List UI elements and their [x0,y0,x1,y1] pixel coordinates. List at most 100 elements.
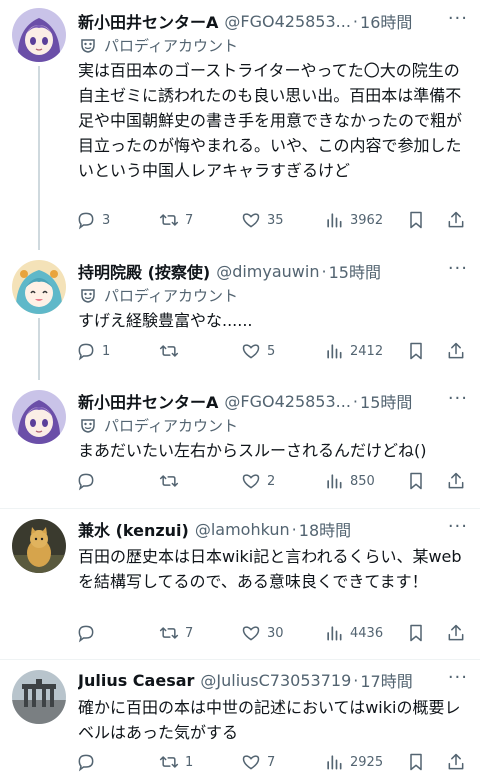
views-button[interactable]: 2412 [324,341,383,361]
bookmark-icon [410,472,422,490]
avatar[interactable] [12,670,66,724]
avatar-cat-icon [12,519,66,573]
bookmark-icon [410,211,422,229]
bookmark-button[interactable] [406,752,426,772]
timestamp[interactable]: 17時間 [360,668,412,692]
share-button[interactable] [446,471,466,491]
share-button[interactable] [446,210,466,230]
tweet-4[interactable]: 兼水 (kenzui) @lamohkun · 18時間 ··· 百田の歴史本は… [0,509,480,659]
avatar[interactable] [12,8,66,62]
like-button[interactable]: 30 [241,623,284,643]
like-count: 7 [267,754,276,770]
retweet-icon [159,756,179,768]
user-handle[interactable]: @lamohkun [195,520,290,539]
share-button[interactable] [446,752,466,772]
heart-icon [242,474,260,489]
retweet-count: 7 [185,212,194,228]
reply-icon [78,473,94,491]
avatar-anime-girl-icon [12,8,66,62]
retweet-button[interactable]: 7 [159,623,193,643]
reply-button[interactable] [76,623,102,643]
heart-icon [242,213,260,228]
reply-icon [78,625,94,643]
avatar[interactable] [12,390,66,444]
parody-mask-icon [81,289,95,303]
like-count: 35 [267,212,284,228]
tweet-1[interactable]: 新小田井センターA @FGO425853... · 16時間 ··· パロディア… [0,0,480,250]
timestamp[interactable]: 18時間 [299,517,351,541]
views-chart-icon [327,344,342,359]
share-button[interactable] [446,341,466,361]
views-button[interactable]: 2925 [324,752,383,772]
separator-dot: · [321,261,327,281]
retweet-button[interactable] [159,341,185,361]
tweet-5[interactable]: Julius Caesar @JuliusC73053719 · 17時間 ··… [0,660,480,781]
reply-button[interactable]: 3 [76,210,110,230]
more-options-icon[interactable]: ··· [448,388,468,409]
avatar-brandenburg-gate-icon [12,670,66,724]
share-icon [448,342,464,359]
retweet-count: 7 [185,625,194,641]
separator-dot: · [353,670,359,690]
like-button[interactable]: 2 [241,471,275,491]
timestamp[interactable]: 16時間 [360,9,412,33]
avatar[interactable] [12,519,66,573]
retweet-button[interactable] [159,471,185,491]
share-icon [448,211,464,228]
more-options-icon[interactable]: ··· [448,258,468,279]
tweet-text: 実は百田本のゴーストライターやってた〇大の院生の自主ゼミに誘われたのも良い思い出… [78,61,463,180]
display-name[interactable]: 新小田井センターA [78,9,218,33]
views-chart-icon [327,213,342,228]
retweet-button[interactable]: 1 [159,752,193,772]
more-options-icon[interactable]: ··· [448,667,468,688]
like-button[interactable]: 5 [241,341,275,361]
timestamp[interactable]: 15時間 [360,389,412,413]
display-name[interactable]: 兼水 (kenzui) [78,517,189,541]
retweet-count: 1 [185,754,194,770]
avatar-anime-character-icon [12,260,66,314]
view-count: 3962 [350,212,384,228]
display-name[interactable]: 持明院殿 (按察使) [78,259,210,283]
parody-label-text: パロディアカウント [104,286,238,305]
bookmark-button[interactable] [406,471,426,491]
user-handle[interactable]: @dimyauwin [216,262,319,281]
user-handle[interactable]: @FGO425853... [224,12,351,31]
share-icon [448,624,464,641]
like-count: 5 [267,343,276,359]
like-button[interactable]: 7 [241,752,275,772]
more-options-icon[interactable]: ··· [448,8,468,29]
like-button[interactable]: 35 [241,210,284,230]
tweet-text: 確かに百田の本は中世の記述においてはwikiの概要レベルはあった気がする [78,698,461,742]
retweet-button[interactable]: 7 [159,210,193,230]
parody-mask-icon [81,419,95,433]
bookmark-button[interactable] [406,341,426,361]
display-name[interactable]: Julius Caesar [78,671,194,690]
reply-button[interactable]: 1 [76,341,110,361]
user-handle[interactable]: @FGO425853... [224,392,351,411]
bookmark-button[interactable] [406,210,426,230]
tweet-text: 百田の歴史本は日本wiki記と言われるくらい、某webを結構写してるので、ある意… [78,547,462,591]
tweet-3[interactable]: 新小田井センターA @FGO425853... · 15時間 ··· パロディア… [0,380,480,508]
bookmark-icon [410,624,422,642]
tweet-2[interactable]: 持明院殿 (按察使) @dimyauwin · 15時間 ··· パロディアカウ… [0,250,480,380]
retweet-icon [159,214,179,226]
parody-label: パロディアカウント [78,414,468,436]
view-count: 2412 [350,343,384,359]
reply-button[interactable] [76,471,102,491]
avatar[interactable] [12,260,66,314]
tweet-text: すげえ経験豊富やな...... [78,311,253,330]
views-button[interactable]: 850 [324,471,375,491]
views-button[interactable]: 3962 [324,210,383,230]
reply-icon [78,212,94,230]
share-button[interactable] [446,623,466,643]
timestamp[interactable]: 15時間 [329,259,381,283]
more-options-icon[interactable]: ··· [448,516,468,537]
view-count: 850 [350,473,375,489]
views-button[interactable]: 4436 [324,623,383,643]
display-name[interactable]: 新小田井センターA [78,389,218,413]
retweet-icon [159,475,179,487]
reply-count: 3 [102,212,111,228]
bookmark-button[interactable] [406,623,426,643]
reply-button[interactable] [76,752,102,772]
user-handle[interactable]: @JuliusC73053719 [200,671,351,690]
